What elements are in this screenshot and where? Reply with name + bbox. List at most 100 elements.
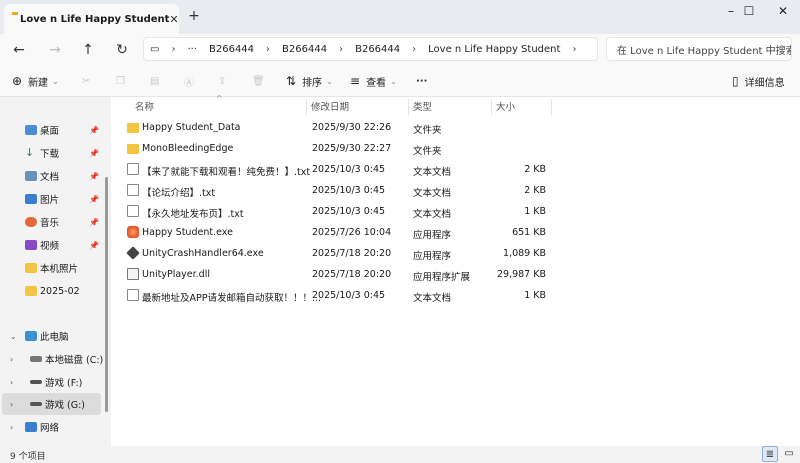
breadcrumb-item[interactable]: B266444	[282, 44, 327, 55]
file-modified: 2025/10/3 0:45	[312, 185, 386, 196]
tab-active[interactable]: Love n Life Happy Student ✕	[4, 4, 179, 34]
breadcrumb-item[interactable]: B266444	[355, 44, 400, 55]
details-view-button[interactable]: ≣	[762, 446, 778, 462]
chevron-right-icon: ›	[10, 399, 14, 409]
column-divider[interactable]	[306, 99, 307, 115]
search-input[interactable]: 在 Love n Life Happy Student 中搜索	[606, 37, 792, 61]
forward-button[interactable]: →	[44, 39, 66, 61]
file-row[interactable]: 【来了就能下载和观看！纯免费！】.txt 2025/10/3 0:45 文本文档 2 …	[111, 159, 800, 180]
pin-icon: 📌	[89, 125, 99, 135]
text-file-icon	[127, 289, 139, 301]
sidebar-item-downloads[interactable]: ↓ 下载 📌	[0, 142, 103, 164]
new-button[interactable]: ⊕ 新建 ⌄	[12, 71, 59, 91]
plus-icon: ⊕	[12, 74, 23, 88]
breadcrumb-item[interactable]: Love n Life Happy Student	[428, 44, 560, 55]
column-header-size[interactable]: 大小	[496, 97, 515, 115]
sidebar-item-drive-f[interactable]: › 游戏 (F:)	[0, 371, 103, 393]
view-button[interactable]: ≡ 查看 ⌄	[350, 71, 397, 91]
file-modified: 2025/9/30 22:26	[312, 122, 392, 133]
maximize-button[interactable]: ☐	[732, 0, 766, 24]
tab-title: Love n Life Happy Student	[20, 13, 170, 25]
file-name: Happy Student.exe	[142, 227, 233, 238]
navigation-pane: 桌面 📌 ↓ 下载 📌 文档 📌 图片 📌 音乐 📌 视频 📌 本机照片 202…	[0, 97, 103, 446]
details-button[interactable]: ▯ 详细信息	[732, 71, 785, 91]
breadcrumb-item[interactable]: B266444	[209, 44, 254, 55]
sidebar-item-network[interactable]: › 网络	[0, 416, 103, 438]
sidebar-item-2025-02[interactable]: 2025-02	[0, 280, 103, 302]
folder-icon	[25, 263, 37, 273]
file-row[interactable]: UnityCrashHandler64.exe 2025/7/18 20:20 应用…	[111, 243, 800, 264]
drive-icon	[30, 356, 42, 362]
new-label: 新建	[28, 77, 49, 89]
file-type: 文本文档	[413, 209, 452, 220]
column-header-type[interactable]: 类型	[413, 97, 432, 115]
file-row[interactable]: Happy Student_Data 2025/9/30 22:26 文件夹	[111, 117, 800, 138]
folder-icon	[127, 123, 139, 133]
new-tab-button[interactable]: +	[186, 8, 202, 24]
tiles-view-button[interactable]: ▭	[781, 446, 797, 462]
command-bar: ⊕ 新建 ⌄ ✂ ❐ ▤ Ⓐ ⇪ 🗑 ⇅ 排序 ⌄ ≡ 查看 ⌄ ··· ▯ 详…	[0, 65, 800, 97]
sort-icon: ⇅	[286, 74, 297, 88]
file-size: 1,089 KB	[503, 248, 546, 259]
scrollbar-thumb[interactable]	[105, 177, 108, 412]
sidebar-item-label: 游戏 (G:)	[45, 400, 85, 411]
column-divider[interactable]	[408, 99, 409, 115]
file-modified: 2025/7/18 20:20	[312, 248, 392, 259]
chevron-down-icon: ⌄	[326, 76, 333, 86]
copy-icon[interactable]: ❐	[116, 71, 125, 91]
refresh-button[interactable]: ↻	[111, 39, 133, 61]
sidebar-item-drive-g[interactable]: › 游戏 (G:)	[2, 393, 101, 415]
sidebar-scrollbar[interactable]	[103, 97, 111, 446]
file-size: 2 KB	[524, 185, 546, 196]
sidebar-item-label: 下载	[40, 149, 60, 160]
file-row[interactable]: 【论坛介绍】.txt 2025/10/3 0:45 文本文档 2 KB	[111, 180, 800, 201]
file-size: 1 KB	[524, 206, 546, 217]
text-file-icon	[127, 184, 139, 196]
file-name: 【永久地址发布页】.txt	[142, 209, 244, 220]
column-divider[interactable]	[551, 99, 552, 115]
file-row[interactable]: 最新地址及APP请发邮箱自动获取！！！... 2025/10/3 0:45 文本文档…	[111, 285, 800, 306]
chevron-down-icon: ⌄	[10, 331, 17, 341]
status-bar: 9 个项目 ≣ ▭	[0, 446, 800, 463]
title-bar: Love n Life Happy Student ✕ + – ☐ ✕	[0, 0, 800, 34]
back-button[interactable]: ←	[8, 39, 30, 61]
close-window-button[interactable]: ✕	[766, 0, 800, 24]
sidebar-item-documents[interactable]: 文档 📌	[0, 165, 103, 187]
file-modified: 2025/10/3 0:45	[312, 290, 386, 301]
rename-icon[interactable]: Ⓐ	[184, 71, 194, 91]
delete-icon[interactable]: 🗑	[252, 71, 265, 91]
sidebar-item-photos[interactable]: 本机照片	[0, 257, 103, 279]
sidebar-item-label: 视频	[40, 241, 60, 252]
computer-icon	[25, 331, 37, 341]
column-divider[interactable]	[491, 99, 492, 115]
file-row[interactable]: MonoBleedingEdge 2025/9/30 22:27 文件夹	[111, 138, 800, 159]
sort-ascending-icon: ^	[216, 94, 223, 103]
file-row[interactable]: Happy Student.exe 2025/7/26 10:04 应用程序 651 …	[111, 222, 800, 243]
sidebar-item-drive-c[interactable]: › 本地磁盘 (C:)	[0, 348, 103, 370]
sidebar-item-videos[interactable]: 视频 📌	[0, 234, 103, 256]
file-name: UnityPlayer.dll	[142, 269, 210, 280]
address-bar[interactable]: ▭ › ··· B266444 › B266444 › B266444 › Lo…	[143, 37, 598, 61]
file-modified: 2025/10/3 0:45	[312, 164, 386, 175]
computer-icon: ▭	[150, 43, 160, 55]
paste-icon[interactable]: ▤	[150, 71, 159, 91]
file-type: 应用程序扩展	[413, 272, 471, 283]
sidebar-item-desktop[interactable]: 桌面 📌	[0, 119, 103, 141]
breadcrumb-separator-icon: ›	[171, 43, 176, 55]
cut-icon[interactable]: ✂	[82, 71, 90, 91]
column-header-modified[interactable]: 修改日期	[311, 97, 349, 115]
breadcrumb-more[interactable]: ···	[187, 44, 197, 55]
sort-button[interactable]: ⇅ 排序 ⌄	[286, 71, 333, 91]
sidebar-item-this-pc[interactable]: ⌄ 此电脑	[0, 325, 103, 347]
column-header-name[interactable]: 名称	[135, 97, 154, 115]
tab-close-button[interactable]: ✕	[169, 13, 178, 26]
share-icon[interactable]: ⇪	[218, 71, 226, 91]
up-button[interactable]: ↑	[77, 39, 99, 61]
file-row[interactable]: UnityPlayer.dll 2025/7/18 20:20 应用程序扩展 29,9…	[111, 264, 800, 285]
file-row[interactable]: 【永久地址发布页】.txt 2025/10/3 0:45 文本文档 1 KB	[111, 201, 800, 222]
sort-label: 排序	[302, 77, 323, 89]
more-options-button[interactable]: ···	[416, 71, 427, 91]
pin-icon: 📌	[89, 240, 99, 250]
sidebar-item-pictures[interactable]: 图片 📌	[0, 188, 103, 210]
sidebar-item-music[interactable]: 音乐 📌	[0, 211, 103, 233]
